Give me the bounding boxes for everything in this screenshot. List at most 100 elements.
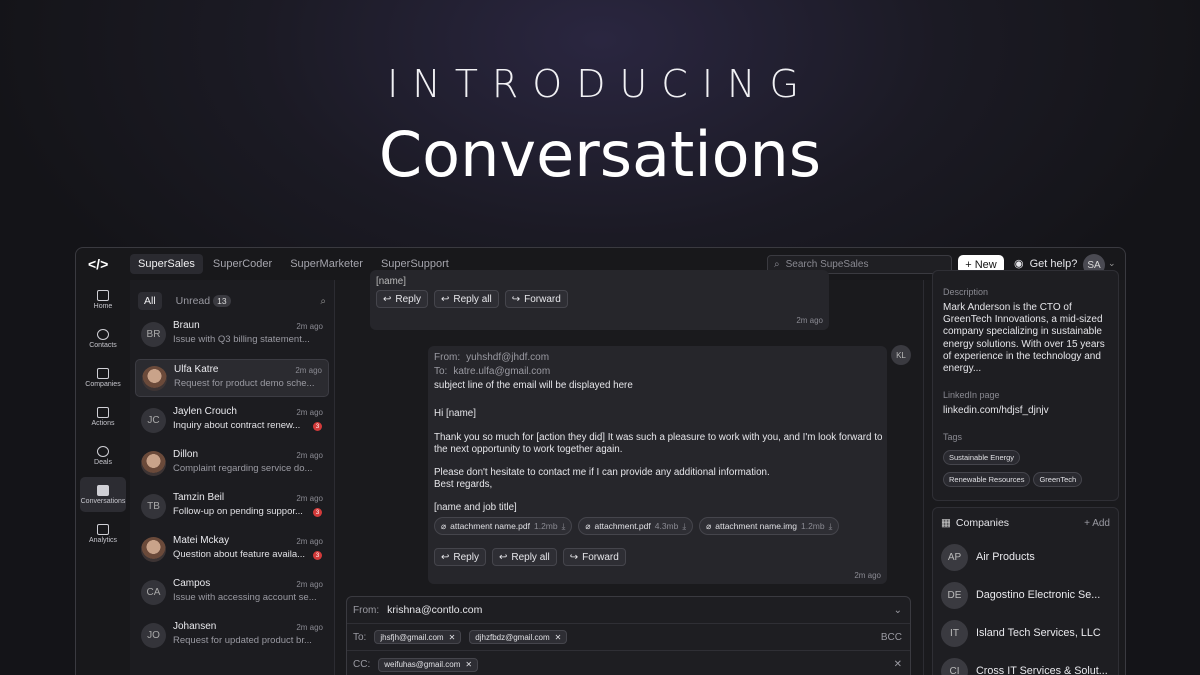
attachment[interactable]: ⌀ attachment name.pdf 1.2mb ⤓ xyxy=(434,517,573,535)
linkedin-link[interactable]: linkedin.com/hdjsf_djnjv xyxy=(943,405,1108,417)
reply-icon: ↩ xyxy=(441,551,450,563)
to-field: To: katre.ulfa@gmail.com xyxy=(434,366,633,377)
signature: [name and job title] xyxy=(434,501,517,513)
reply-label: Reply xyxy=(453,551,479,563)
home-icon xyxy=(97,289,109,301)
reply-icon: ↩ xyxy=(383,293,392,305)
sidebar-item-deals[interactable]: Deals xyxy=(80,438,126,473)
tag[interactable]: GreenTech xyxy=(1033,472,1083,488)
close-icon[interactable]: ✕ xyxy=(555,633,562,642)
message-actions: ↩ Reply ↩ Reply all ↪ Forward xyxy=(376,290,568,308)
hero-title: Conversations xyxy=(378,118,822,191)
reply-button[interactable]: ↩ Reply xyxy=(434,548,486,566)
description-label: Description xyxy=(943,287,989,297)
logo: </> xyxy=(88,256,109,272)
conversation-item[interactable]: Ulfa Katre 2m ago Request for product demo… xyxy=(135,359,329,397)
company-name: Dagostino Electronic Se... xyxy=(976,589,1101,601)
sidebar-item-companies[interactable]: Companies xyxy=(80,360,126,395)
reply-button[interactable]: ↩ Reply xyxy=(376,290,428,308)
message-time: 2m ago xyxy=(296,451,323,460)
attachment-name: attachment name.img xyxy=(715,521,797,531)
tag-list: Sustainable Energy Renewable Resources Gre… xyxy=(943,447,1108,491)
chevron-down-icon[interactable]: ⌄ xyxy=(894,605,902,616)
actions-icon xyxy=(97,406,109,418)
paperclip-icon: ⌀ xyxy=(585,520,591,531)
tab-supercoder[interactable]: SuperCoder xyxy=(205,254,280,274)
bcc-button[interactable]: BCC xyxy=(881,632,902,643)
contact-details-panel: Description Mark Anderson is the CTO of … xyxy=(923,270,1125,675)
close-icon[interactable]: ✕ xyxy=(449,633,456,642)
search-icon[interactable]: ⌕ xyxy=(320,296,326,307)
sidebar-item-contacts[interactable]: Contacts xyxy=(80,321,126,356)
sidebar-item-analytics[interactable]: Analytics xyxy=(80,516,126,551)
company-name: Air Products xyxy=(976,551,1035,563)
signoff: Best regards, xyxy=(434,479,493,490)
sidebar-item-conversations[interactable]: Conversations xyxy=(80,477,126,512)
company-name: Cross IT Services & Solut... xyxy=(976,665,1108,675)
unread-count-badge: 13 xyxy=(213,295,231,307)
filter-all[interactable]: All xyxy=(138,292,162,310)
download-icon[interactable]: ⤓ xyxy=(829,521,833,532)
body-paragraph: Please don't hesitate to contact me if I… xyxy=(434,466,770,478)
message-header: From: yuhshdf@jhdf.com To: katre.ulfa@gmai… xyxy=(434,352,633,393)
to-label: To: xyxy=(434,366,448,377)
conversation-item[interactable]: JO Johansen 2m ago Request for updated prod… xyxy=(135,617,329,655)
avatar: KL xyxy=(891,345,911,365)
sidebar-item-home[interactable]: Home xyxy=(80,282,126,317)
tag[interactable]: Renewable Resources xyxy=(943,472,1031,488)
company-item[interactable]: CI Cross IT Services & Solut... xyxy=(933,652,1118,675)
compose-cc-row[interactable]: CC: weifuhas@gmail.com ✕ ✕ xyxy=(347,651,910,675)
unread-badge: 3 xyxy=(313,508,322,517)
download-icon[interactable]: ⤓ xyxy=(562,521,566,532)
to-label: To: xyxy=(353,631,367,643)
help-button[interactable]: ◉ Get help? xyxy=(1014,257,1077,271)
message-card-previous: [name] ↩ Reply ↩ Reply all ↪ Forward 2m ago xyxy=(370,270,829,330)
tab-supermarketer[interactable]: SuperMarketer xyxy=(282,254,371,274)
company-item[interactable]: DE Dagostino Electronic Se... xyxy=(933,576,1118,614)
hero-eyebrow: INTRODUCING xyxy=(387,62,813,106)
conversation-item[interactable]: CA Campos 2m ago Issue with accessing accou… xyxy=(135,574,329,612)
compose-to-row[interactable]: To: jhsfjh@gmail.com ✕ djhzfbdz@gmail.com… xyxy=(347,624,910,651)
avatar: JC xyxy=(141,408,166,433)
tab-supersales[interactable]: SuperSales xyxy=(130,254,203,274)
reply-all-button[interactable]: ↩ Reply all xyxy=(433,290,499,308)
company-item[interactable]: IT Island Tech Services, LLC xyxy=(933,614,1118,652)
attachment[interactable]: ⌀ attachment name.img 1.2mb ⤓ xyxy=(699,517,840,535)
message-time: 2m ago xyxy=(796,316,823,325)
conversation-item[interactable]: Matei Mckay 2m ago Question about feature … xyxy=(135,531,329,569)
chevron-down-icon[interactable]: ⌄ xyxy=(1108,258,1116,269)
forward-button[interactable]: ↪ Forward xyxy=(504,290,568,308)
tags-label: Tags xyxy=(943,432,963,443)
attachment-size: 1.2mb xyxy=(533,521,558,531)
compose-from-row[interactable]: From: krishna@contlo.com ⌄ xyxy=(347,597,910,624)
message-thread: [name] ↩ Reply ↩ Reply all ↪ Forward 2m ago… xyxy=(335,270,923,675)
companies-header: ▦ Companies + Add xyxy=(933,508,1118,538)
sidebar-item-label: Contacts xyxy=(89,341,117,349)
close-icon[interactable]: ✕ xyxy=(465,660,472,669)
building-icon xyxy=(97,367,109,379)
avatar: BR xyxy=(141,322,166,347)
conversation-item[interactable]: BR Braun 2m ago Issue with Q3 billing state… xyxy=(135,316,329,354)
sidebar-item-actions[interactable]: Actions xyxy=(80,399,126,434)
download-icon[interactable]: ⤓ xyxy=(682,521,686,532)
message-preview: Request for updated product br... xyxy=(173,635,312,646)
message-preview: Request for product demo sche... xyxy=(174,378,315,389)
recipient-chip: djhzfbdz@gmail.com ✕ xyxy=(469,630,568,644)
reply-all-button[interactable]: ↩ Reply all xyxy=(491,548,557,566)
company-item[interactable]: AP Air Products xyxy=(933,538,1118,576)
attachment[interactable]: ⌀ attachment.pdf 4.3mb ⤓ xyxy=(578,517,694,535)
message-time: 2m ago xyxy=(296,537,323,546)
filter-unread[interactable]: Unread 13 xyxy=(170,292,237,310)
add-company-button[interactable]: + Add xyxy=(1084,518,1110,529)
tag[interactable]: Sustainable Energy xyxy=(943,450,1021,466)
attachment-size: 1.2mb xyxy=(800,521,825,531)
conversation-item[interactable]: JC Jaylen Crouch 2m ago Inquiry about contr… xyxy=(135,402,329,440)
message-body: Hi [name] Thank you so much for [action … xyxy=(434,408,884,514)
conversation-item[interactable]: TB Tamzin Beil 2m ago Follow-up on pending … xyxy=(135,488,329,526)
sidebar-item-label: Deals xyxy=(94,458,112,466)
close-icon[interactable]: ✕ xyxy=(894,659,902,670)
message-time: 2m ago xyxy=(854,571,881,580)
sidebar-item-label: Analytics xyxy=(88,536,117,544)
conversation-item[interactable]: Dillon 2m ago Complaint regarding service … xyxy=(135,445,329,483)
forward-button[interactable]: ↪ Forward xyxy=(562,548,626,566)
